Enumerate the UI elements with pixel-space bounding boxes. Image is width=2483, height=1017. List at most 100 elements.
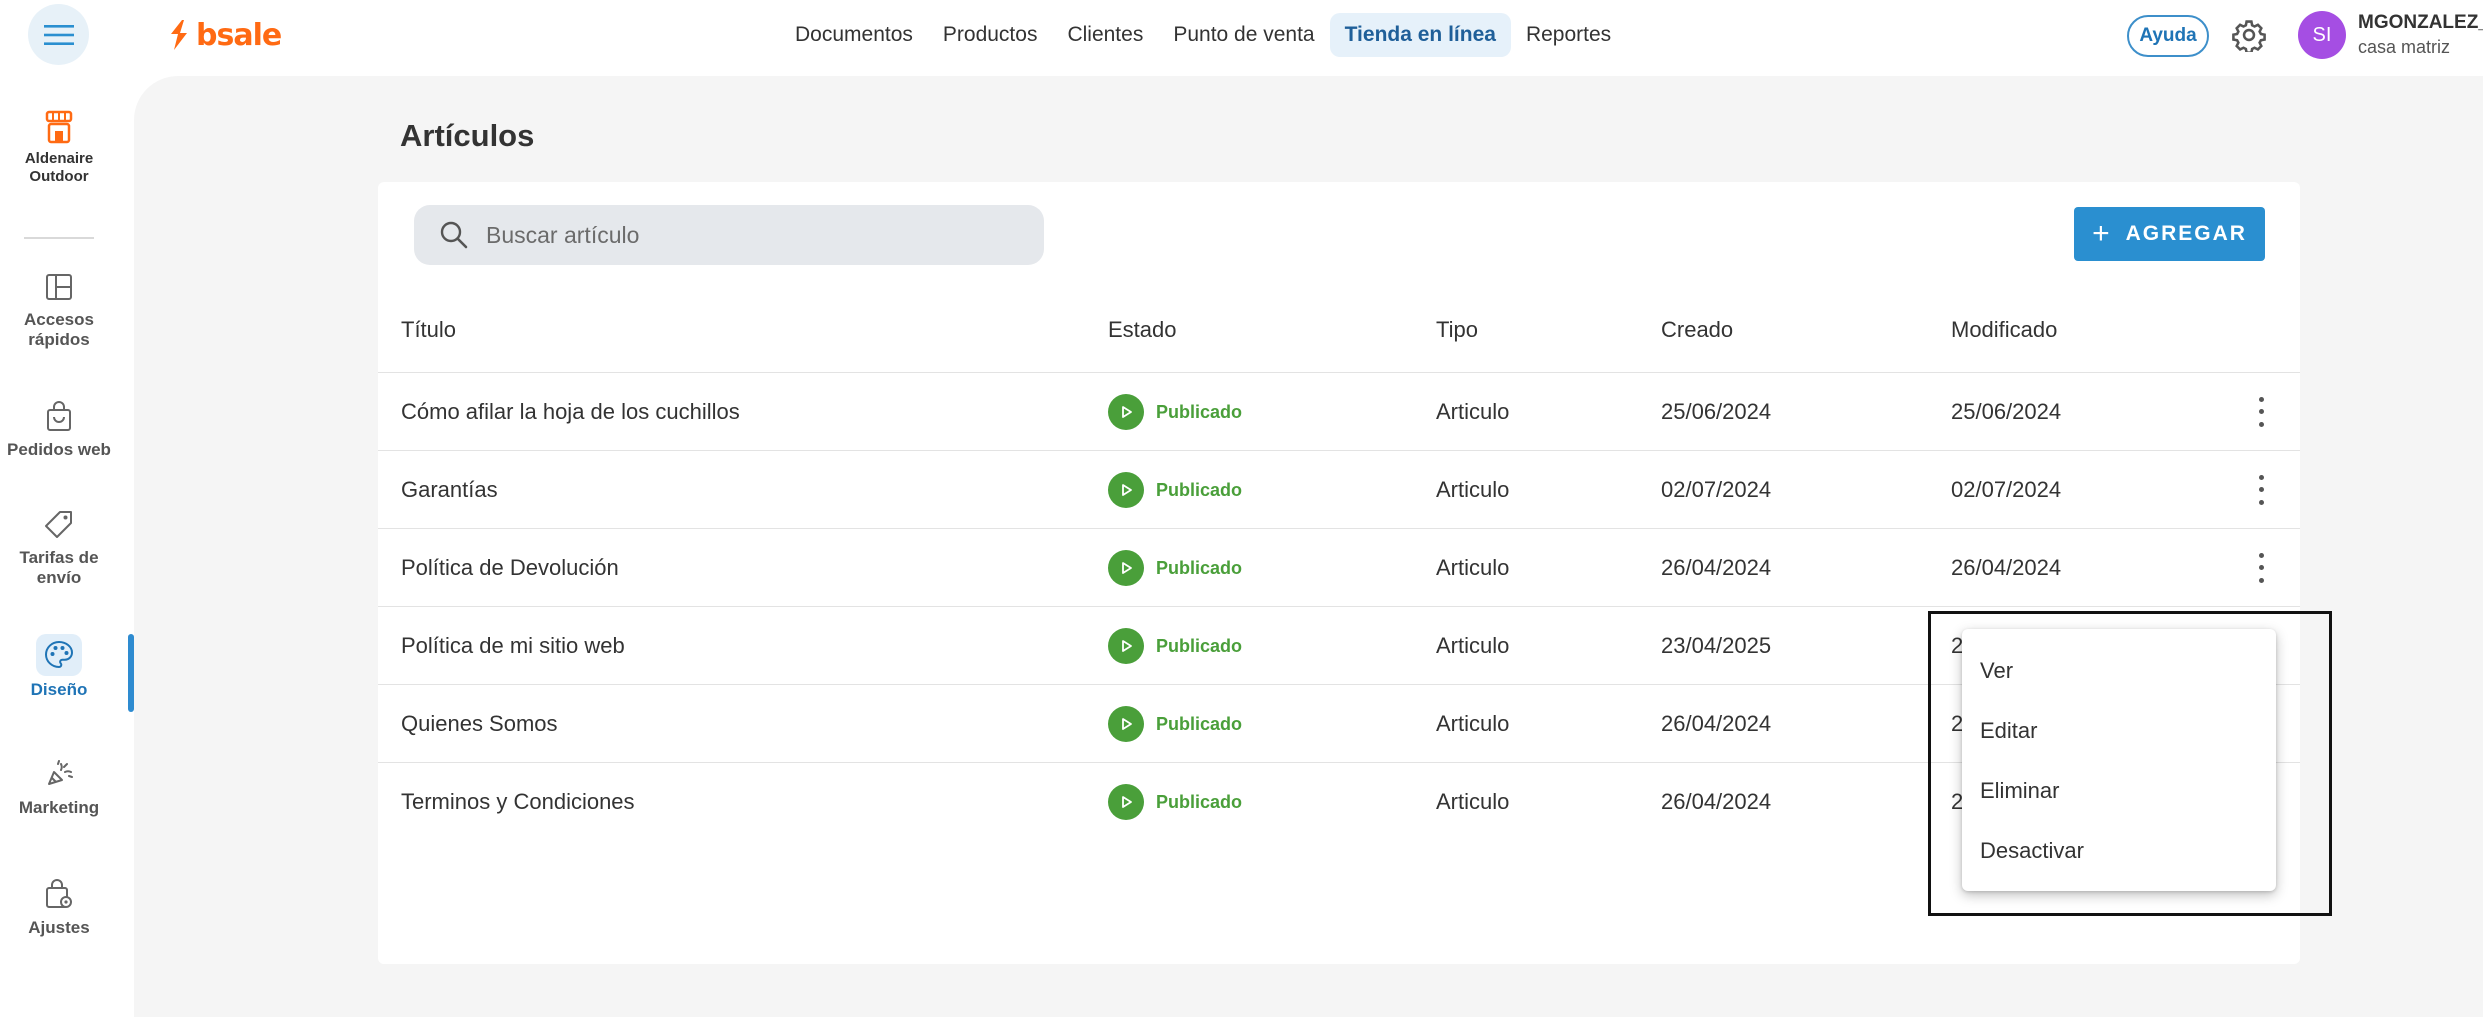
menu-item-eliminar[interactable]: Eliminar (1962, 761, 2276, 821)
sidebar-item-label: Accesos rápidos (24, 310, 94, 349)
cell-tipo: Articulo (1436, 711, 1510, 736)
status-badge: Publicado (1108, 784, 1242, 820)
shopping-bag-icon (47, 401, 71, 431)
play-icon (1108, 706, 1144, 742)
status-badge: Publicado (1108, 472, 1242, 508)
layout-icon (46, 274, 72, 300)
logo-text: bsale (196, 17, 282, 53)
nav-punto-de-venta[interactable]: Punto de venta (1158, 13, 1329, 57)
page-title: Artículos (400, 118, 535, 153)
sidebar: Aldenaire Outdoor Accesos rápidos Pedido… (0, 70, 134, 1017)
add-button-label: AGREGAR (2125, 222, 2247, 245)
play-icon (1108, 472, 1144, 508)
sidebar-item-tarifas-de-envio[interactable]: Tarifas de envío (0, 508, 118, 588)
cell-tipo: Articulo (1436, 555, 1510, 580)
bsale-logo[interactable]: bsale (168, 17, 282, 53)
menu-item-desactivar[interactable]: Desactivar (1962, 821, 2276, 881)
settings-bag-icon (46, 879, 72, 908)
company-selector[interactable]: Aldenaire Outdoor (0, 110, 118, 186)
status-badge: Publicado (1108, 394, 1242, 430)
menu-icon (43, 24, 74, 45)
status-label: Publicado (1156, 791, 1243, 812)
cell-modificado: 02/07/2024 (1951, 477, 2062, 502)
nav-documentos[interactable]: Documentos (780, 13, 928, 57)
sidebar-item-label: Diseño (30, 680, 88, 699)
search-box[interactable] (414, 205, 1044, 265)
cell-creado: 25/06/2024 (1661, 399, 1772, 424)
menu-item-editar[interactable]: Editar (1962, 701, 2276, 761)
menu-item-ver[interactable]: Ver (1962, 641, 2276, 701)
gear-icon[interactable] (2232, 18, 2266, 52)
status-label: Publicado (1156, 401, 1243, 422)
column-header-modificado: Modificado (1951, 317, 2058, 342)
plus-icon: + (2092, 217, 2112, 250)
column-header-creado: Creado (1661, 317, 1734, 342)
help-button[interactable]: Ayuda (2127, 15, 2209, 57)
sidebar-item-label: Ajustes (28, 918, 90, 937)
column-header-tipo: Tipo (1436, 317, 1478, 342)
more-options-icon[interactable] (2249, 393, 2273, 431)
status-badge: Publicado (1108, 628, 1242, 664)
company-name: Aldenaire Outdoor (24, 150, 94, 185)
table-row[interactable]: Política de Devolución Publicado Articul… (378, 528, 2300, 606)
more-options-icon[interactable] (2249, 549, 2273, 587)
sidebar-item-diseno[interactable]: Diseño (0, 634, 118, 700)
palette-icon-wrapper (36, 634, 82, 676)
user-branch: casa matriz (2358, 37, 2451, 57)
cell-creado: 26/04/2024 (1661, 789, 1772, 814)
sidebar-divider (24, 237, 94, 239)
sidebar-item-marketing[interactable]: Marketing (0, 758, 118, 818)
cell-titulo: Política de mi sitio web (401, 633, 625, 658)
user-name[interactable]: MGONZALEZ_... (2358, 12, 2483, 34)
nav-clientes[interactable]: Clientes (1052, 13, 1158, 57)
palette-icon (44, 640, 74, 669)
search-icon (440, 221, 468, 249)
context-menu: Ver Editar Eliminar Desactivar (1962, 629, 2276, 891)
tag-icon (45, 511, 72, 538)
play-icon (1108, 550, 1144, 586)
nav-reportes[interactable]: Reportes (1511, 13, 1626, 57)
search-input[interactable] (486, 221, 1026, 249)
cell-modificado: 26/04/2024 (1951, 555, 2062, 580)
main-navigation: Documentos Productos Clientes Punto de v… (780, 12, 1626, 58)
top-bar: bsale Documentos Productos Clientes Punt… (0, 0, 2483, 70)
sidebar-item-pedidos-web[interactable]: Pedidos web (0, 400, 118, 460)
status-badge: Publicado (1108, 706, 1242, 742)
more-options-icon[interactable] (2249, 471, 2273, 509)
cell-creado: 26/04/2024 (1661, 711, 1772, 736)
column-header-titulo: Título (401, 317, 457, 342)
cell-titulo: Política de Devolución (401, 555, 619, 580)
table-row[interactable]: Garantías Publicado Articulo 02/07/2024 … (378, 450, 2300, 528)
avatar[interactable]: SI (2298, 11, 2346, 59)
cell-tipo: Articulo (1436, 789, 1510, 814)
status-badge: Publicado (1108, 550, 1242, 586)
shop-icon (45, 110, 73, 144)
cell-titulo: Quienes Somos (401, 711, 558, 736)
hamburger-menu-button[interactable] (28, 4, 89, 65)
sidebar-item-label: Tarifas de envío (19, 548, 99, 587)
sidebar-item-label: Pedidos web (7, 440, 111, 459)
cell-modificado: 25/06/2024 (1951, 399, 2062, 424)
status-label: Publicado (1156, 635, 1243, 656)
column-header-estado: Estado (1108, 317, 1177, 342)
cell-titulo: Cómo afilar la hoja de los cuchillos (401, 399, 740, 424)
cell-titulo: Garantías (401, 477, 498, 502)
sidebar-item-ajustes[interactable]: Ajustes (0, 878, 118, 938)
nav-tienda-en-linea[interactable]: Tienda en línea (1329, 13, 1511, 57)
cell-tipo: Articulo (1436, 477, 1510, 502)
megaphone-icon (48, 760, 73, 785)
cell-tipo: Articulo (1436, 633, 1510, 658)
status-label: Publicado (1156, 557, 1243, 578)
table-row[interactable]: Cómo afilar la hoja de los cuchillos Pub… (378, 372, 2300, 450)
cell-creado: 23/04/2025 (1661, 633, 1772, 658)
nav-productos[interactable]: Productos (928, 13, 1053, 57)
sidebar-item-accesos-rapidos[interactable]: Accesos rápidos (0, 270, 118, 350)
cell-titulo: Terminos y Condiciones (401, 789, 635, 814)
status-label: Publicado (1156, 479, 1243, 500)
sidebar-item-label: Marketing (18, 798, 100, 817)
play-icon (1108, 394, 1144, 430)
play-icon (1108, 628, 1144, 664)
cell-creado: 26/04/2024 (1661, 555, 1772, 580)
bsale-logo-icon (171, 20, 187, 50)
add-article-button[interactable]: + AGREGAR (2074, 207, 2265, 261)
